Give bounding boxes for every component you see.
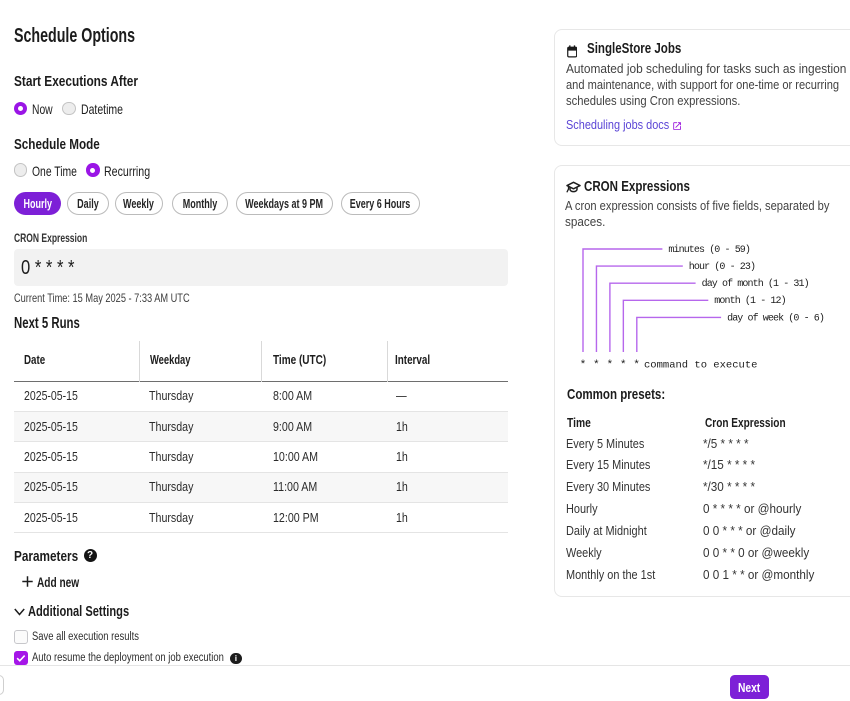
svg-text:hour (0 - 23): hour (0 - 23) (689, 261, 755, 273)
svg-text:day of week (0 - 6): day of week (0 - 6) (727, 312, 824, 324)
svg-text:command to execute: command to execute (644, 360, 757, 372)
svg-text:month (1 - 12): month (1 - 12) (714, 295, 785, 307)
svg-text:minutes (0 - 59): minutes (0 - 59) (668, 244, 750, 256)
svg-text:* * * * *: * * * * * (580, 360, 640, 372)
svg-text:day of month (1 - 31): day of month (1 - 31) (702, 278, 809, 290)
